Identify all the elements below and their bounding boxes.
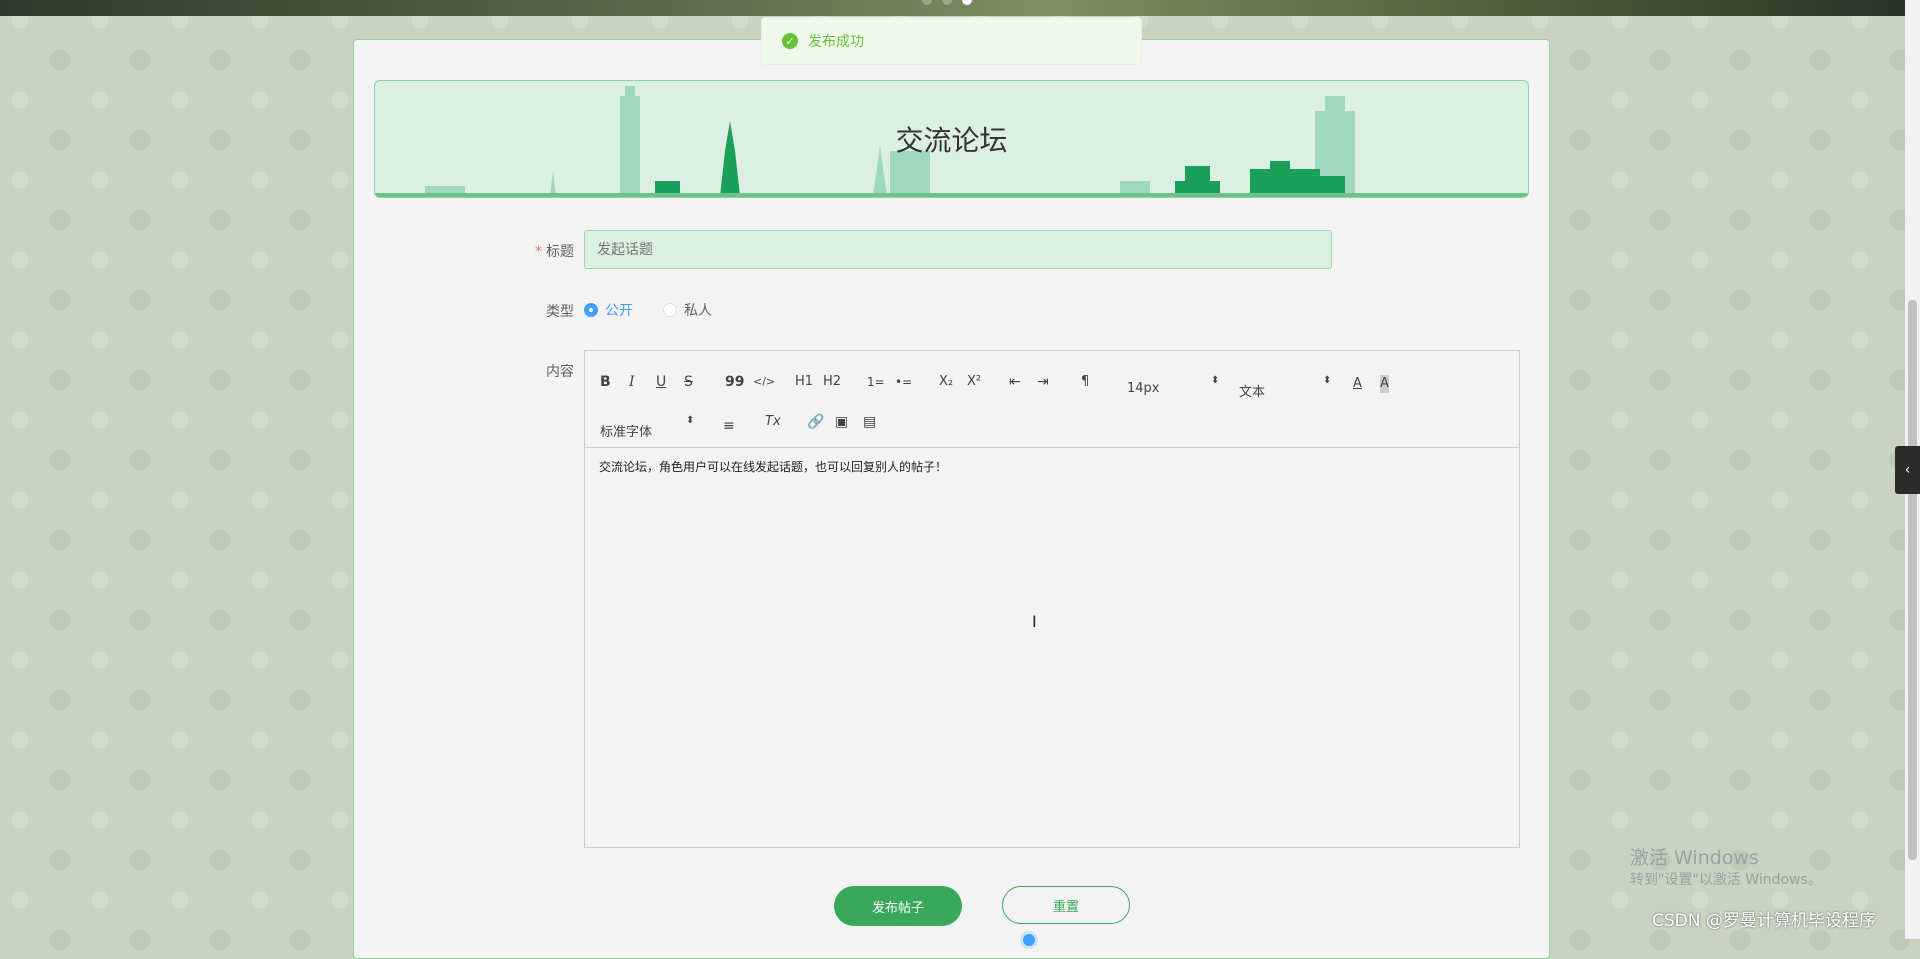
header-picker[interactable]: 文本 ⬍ (1239, 375, 1331, 400)
text-color-button[interactable]: A (1353, 375, 1362, 393)
forum-banner: 交流论坛 (374, 80, 1529, 198)
success-toast: ✓ 发布成功 (761, 17, 1142, 65)
image-icon[interactable]: ▣ (835, 413, 848, 431)
toast-message: 发布成功 (808, 34, 864, 50)
content-label: 内容 (546, 364, 574, 380)
publish-post-button[interactable]: 发布帖子 (834, 886, 962, 926)
direction-button[interactable]: ¶ (1081, 373, 1089, 391)
carousel-indicators (922, 0, 972, 5)
bold-button[interactable]: B (600, 373, 611, 391)
carousel-dot[interactable] (942, 0, 952, 5)
radio-circle[interactable] (663, 303, 677, 317)
rich-text-editor: B I U S 99 </> H1 H2 1= •= X₂ X² ⇤ ⇥ ¶ 1… (584, 350, 1520, 848)
strike-button[interactable]: S (684, 373, 693, 391)
blockquote-button[interactable]: 99 (725, 373, 744, 391)
title-label-text: 标题 (546, 244, 574, 260)
title-input[interactable] (584, 230, 1332, 269)
subscript-button[interactable]: X₂ (939, 373, 953, 391)
type-label: 类型 (546, 304, 574, 320)
radio-public-label: 公开 (605, 303, 633, 319)
underline-button[interactable]: U (656, 373, 666, 391)
font-size-value: 14px (1127, 381, 1160, 396)
h1-button[interactable]: H1 (795, 373, 813, 391)
check-circle-icon: ✓ (782, 33, 798, 49)
radio-private-label: 私人 (684, 303, 712, 319)
radio-private[interactable]: 私人 (663, 300, 712, 320)
reset-button[interactable]: 重置 (1002, 886, 1130, 924)
italic-button[interactable]: I (629, 373, 635, 391)
csdn-credit: CSDN @罗曼计算机毕设程序 (1652, 911, 1876, 931)
editor-content[interactable]: 交流论坛，角色用户可以在线发起话题，也可以回复别人的帖子！ (585, 448, 1519, 485)
editor-content-text: 交流论坛，角色用户可以在线发起话题，也可以回复别人的帖子！ (599, 460, 948, 474)
text-cursor-icon: I (1032, 612, 1037, 631)
side-panel-toggle[interactable]: ‹ (1895, 446, 1920, 494)
indent-button[interactable]: ⇥ (1037, 373, 1049, 391)
title-label: * 标题 (454, 241, 574, 261)
link-icon[interactable]: 🔗 (807, 413, 824, 431)
align-button[interactable]: ≡ (723, 417, 735, 435)
page-title: 交流论坛 (895, 124, 1008, 157)
ordered-list-button[interactable]: 1= (867, 373, 885, 391)
font-size-picker[interactable]: 14px ⬍ (1127, 375, 1219, 396)
code-button[interactable]: </> (753, 373, 775, 391)
radio-public[interactable]: 公开 (584, 300, 633, 320)
picker-arrow-icon: ⬍ (686, 415, 695, 426)
picker-arrow-icon: ⬍ (1211, 375, 1220, 386)
carousel-dot-active[interactable] (962, 0, 972, 5)
carousel-dot[interactable] (922, 0, 932, 5)
h2-button[interactable]: H2 (823, 373, 841, 391)
bullet-list-button[interactable]: •= (895, 373, 912, 391)
font-family-value: 标准字体 (600, 425, 653, 440)
video-icon[interactable]: ▤ (863, 413, 876, 431)
chevron-left-icon: ‹ (1904, 462, 1911, 478)
header-value: 文本 (1239, 385, 1266, 400)
windows-activation-hint: 转到"设置"以激活 Windows。 (1630, 872, 1822, 888)
clean-format-button[interactable]: Tx (765, 413, 781, 431)
radio-circle[interactable] (584, 303, 598, 317)
floating-dot (1020, 931, 1038, 949)
outdent-button[interactable]: ⇤ (1009, 373, 1021, 391)
required-mark: * (535, 244, 542, 260)
editor-toolbar: B I U S 99 </> H1 H2 1= •= X₂ X² ⇤ ⇥ ¶ 1… (585, 351, 1519, 448)
windows-activation-title: 激活 Windows (1630, 847, 1759, 869)
picker-arrow-icon: ⬍ (1323, 375, 1332, 386)
font-family-picker[interactable]: 标准字体 ⬍ (600, 415, 695, 440)
superscript-button[interactable]: X² (967, 373, 981, 391)
type-radio-group: 公开 私人 (584, 300, 712, 320)
background-color-button[interactable]: A (1380, 375, 1389, 393)
scrollbar-thumb[interactable] (1908, 300, 1917, 860)
